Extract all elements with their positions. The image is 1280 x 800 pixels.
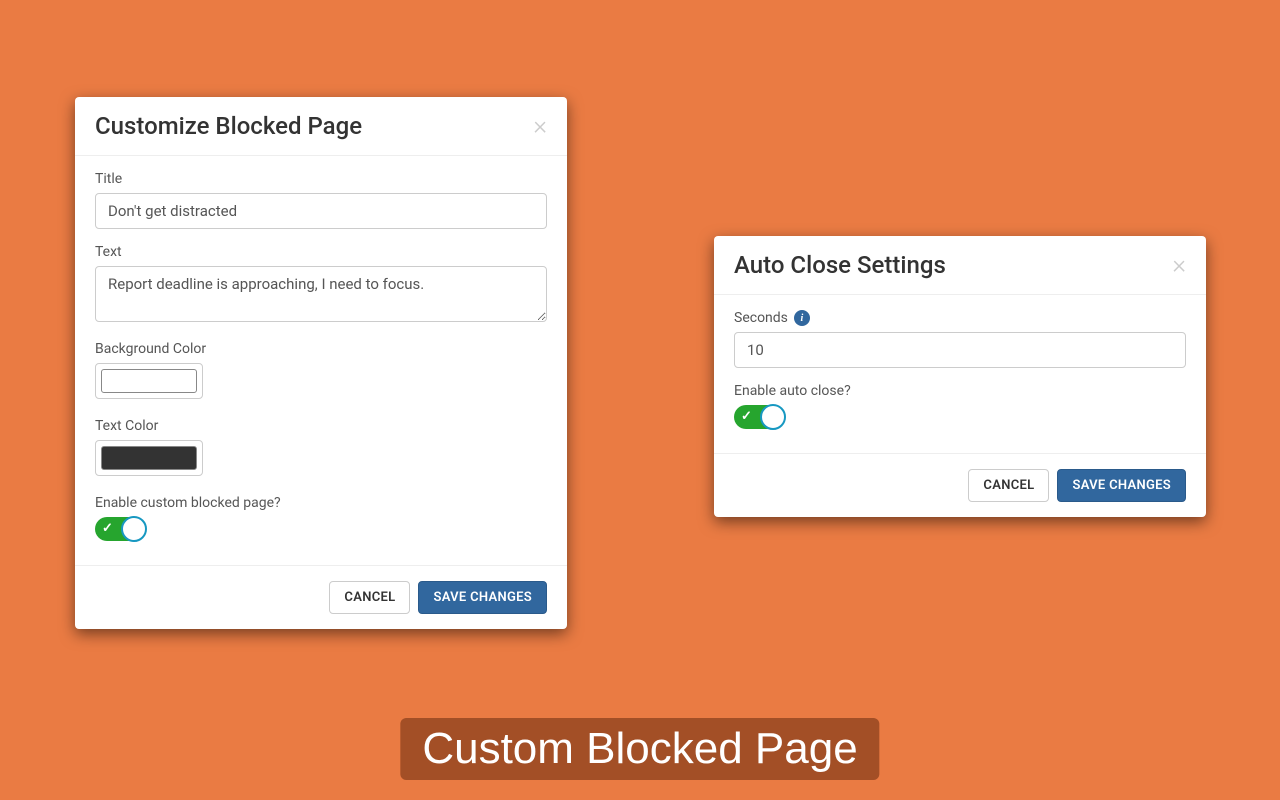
enable-custom-toggle[interactable]: ✓: [95, 517, 145, 541]
seconds-input[interactable]: [734, 332, 1186, 368]
text-color-well: [95, 440, 203, 476]
toggle-knob: [760, 404, 786, 430]
modal-footer: CANCEL SAVE CHANGES: [714, 453, 1206, 517]
bg-color-label: Background Color: [95, 341, 547, 357]
title-input[interactable]: [95, 193, 547, 229]
bg-color-swatch[interactable]: [101, 369, 197, 393]
page-banner: Custom Blocked Page: [400, 718, 879, 780]
modal-title: Auto Close Settings: [734, 251, 946, 279]
auto-close-settings-modal: Auto Close Settings × Seconds i Enable a…: [714, 236, 1206, 517]
close-icon[interactable]: ×: [1172, 252, 1186, 278]
bg-color-well: [95, 363, 203, 399]
seconds-label: Seconds: [734, 310, 788, 326]
text-textarea[interactable]: Report deadline is approaching, I need t…: [95, 266, 547, 322]
enable-autoclose-label: Enable auto close?: [734, 383, 1186, 399]
customize-blocked-page-modal: Customize Blocked Page × Title Text Repo…: [75, 97, 567, 629]
save-changes-button[interactable]: SAVE CHANGES: [418, 581, 547, 614]
enable-autoclose-toggle[interactable]: ✓: [734, 405, 784, 429]
modal-title: Customize Blocked Page: [95, 112, 362, 140]
info-icon[interactable]: i: [794, 310, 810, 326]
modal-footer: CANCEL SAVE CHANGES: [75, 565, 567, 629]
title-label: Title: [95, 171, 547, 187]
text-label: Text: [95, 244, 547, 260]
save-changes-button[interactable]: SAVE CHANGES: [1057, 469, 1186, 502]
text-color-swatch[interactable]: [101, 446, 197, 470]
text-color-label: Text Color: [95, 418, 547, 434]
cancel-button[interactable]: CANCEL: [968, 469, 1049, 502]
close-icon[interactable]: ×: [533, 113, 547, 139]
modal-header: Customize Blocked Page ×: [75, 97, 567, 156]
enable-custom-label: Enable custom blocked page?: [95, 495, 547, 511]
modal-body: Title Text Report deadline is approachin…: [75, 156, 567, 565]
toggle-knob: [121, 516, 147, 542]
modal-header: Auto Close Settings ×: [714, 236, 1206, 295]
check-icon: ✓: [102, 521, 113, 536]
cancel-button[interactable]: CANCEL: [329, 581, 410, 614]
check-icon: ✓: [741, 409, 752, 424]
modal-body: Seconds i Enable auto close? ✓: [714, 295, 1206, 453]
